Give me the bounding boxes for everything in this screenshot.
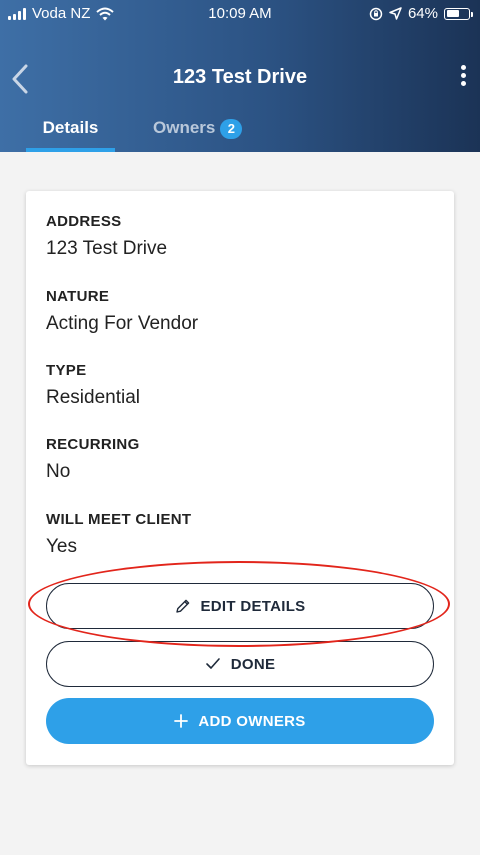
tab-details-label: Details xyxy=(42,118,99,137)
field-label: RECURRING xyxy=(46,436,140,453)
more-vertical-icon[interactable] xyxy=(458,62,468,96)
field-will-meet-client: WILL MEET CLIENT Yes xyxy=(46,511,191,558)
status-bar: Voda NZ 10:09 AM 64% xyxy=(0,0,480,30)
active-tab-indicator xyxy=(26,148,115,152)
edit-details-label: EDIT DETAILS xyxy=(200,597,306,615)
status-right: 64% xyxy=(369,5,473,22)
field-value: Residential xyxy=(46,387,140,408)
edit-details-button[interactable]: EDIT DETAILS xyxy=(46,583,434,629)
add-owners-button[interactable]: ADD OWNERS xyxy=(46,698,434,744)
field-value: Acting For Vendor xyxy=(46,313,199,334)
page-title: 123 Test Drive xyxy=(172,66,308,88)
app-header: Voda NZ 10:09 AM 64% 123 Test Drive Deta… xyxy=(0,0,480,152)
done-label: DONE xyxy=(230,655,276,673)
field-nature: NATURE Acting For Vendor xyxy=(46,288,198,335)
details-card: ADDRESS 123 Test Drive NATURE Acting For… xyxy=(26,191,454,765)
field-address: ADDRESS 123 Test Drive xyxy=(46,213,167,260)
battery-level xyxy=(446,10,460,17)
field-value: 123 Test Drive xyxy=(46,238,168,259)
field-value: Yes xyxy=(46,536,77,557)
plus-icon xyxy=(174,714,189,728)
done-button[interactable]: DONE xyxy=(46,641,434,687)
field-type: TYPE Residential xyxy=(46,362,140,409)
pencil-icon xyxy=(175,598,191,614)
battery-percent: 64% xyxy=(407,5,438,22)
field-value: No xyxy=(46,461,71,482)
field-recurring: RECURRING No xyxy=(46,436,140,483)
battery-icon xyxy=(444,7,473,20)
field-label: NATURE xyxy=(46,288,110,305)
tab-details[interactable]: Details xyxy=(26,118,115,152)
tab-owners[interactable]: Owners 2 xyxy=(153,118,243,152)
check-icon xyxy=(205,657,221,671)
tab-owners-label: Owners xyxy=(153,118,216,137)
add-owners-label: ADD OWNERS xyxy=(198,712,306,730)
field-label: WILL MEET CLIENT xyxy=(46,511,192,528)
rotation-lock-icon xyxy=(369,7,383,20)
location-arrow-icon xyxy=(389,7,402,20)
field-label: ADDRESS xyxy=(46,213,122,230)
owners-count-badge: 2 xyxy=(220,119,243,139)
field-label: TYPE xyxy=(46,362,87,379)
